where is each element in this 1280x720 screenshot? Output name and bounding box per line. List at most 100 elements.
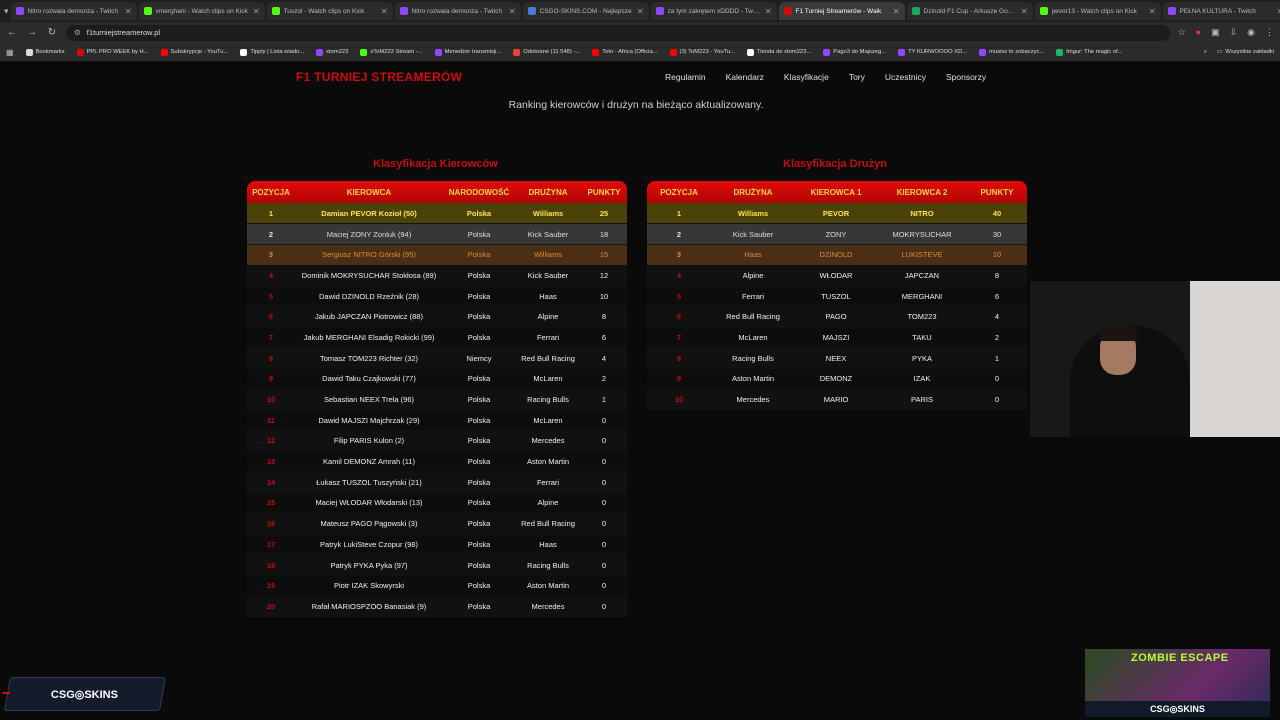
table-row: 7 McLaren MAJSZI TAKU 2 [647, 327, 1027, 349]
back-icon[interactable]: ← [6, 27, 18, 38]
points-cell: 15 [581, 244, 627, 266]
browser-tab[interactable]: Nitro rozwala demonza - Twitch ✕ [10, 2, 137, 20]
browser-tab[interactable]: PEŁNA KULTURA - Twitch✕ [1162, 2, 1280, 20]
column-header[interactable]: DRUŻYNA [515, 181, 581, 203]
browser-tab[interactable]: xmerghani - Watch clips on Kick ✕ [138, 2, 265, 20]
bookmark-star-icon[interactable]: ☆ [1178, 27, 1186, 38]
nav-link[interactable]: Tory [849, 72, 865, 82]
column-header[interactable]: KIEROWCA [295, 181, 443, 203]
apps-grid-icon[interactable]: ▦ [6, 48, 14, 57]
bookmark-item[interactable]: Subskrypcje - YouTu... [160, 48, 228, 56]
driver2-cell: MERGHANI [877, 285, 967, 307]
points-cell: 6 [967, 285, 1027, 307]
points-cell: 10 [967, 244, 1027, 266]
bookmark-item[interactable]: Odebrane (11 548) -... [513, 48, 581, 56]
downloads-icon[interactable]: ⇩ [1230, 27, 1238, 38]
bookmark-item[interactable]: Bookmarks [25, 48, 65, 56]
driver-cell: Rafał MARIOSPZOO Banasiak (9) [295, 596, 443, 618]
bookmark-item[interactable]: TY KURWOOOO XD... [898, 48, 967, 56]
column-header[interactable]: PUNKTY [581, 181, 627, 203]
driver-cell: Patryk LukiSteve Czopur (98) [295, 534, 443, 556]
bookmark-item[interactable]: xToM223 Stream -... [360, 48, 423, 56]
site-info-icon[interactable]: ⚙ [74, 28, 81, 37]
browser-tab[interactable]: Tuszol - Watch clips on Kick ✕ [266, 2, 393, 20]
bookmark-favicon-icon [898, 48, 906, 56]
bookmark-label: Odebrane (11 548) -... [523, 49, 581, 55]
driver2-cell: TAKU [877, 327, 967, 349]
site-logo[interactable]: F1 TURNIEJ STREAMERÓW [296, 70, 462, 84]
nav-link[interactable]: Regulamin [665, 72, 706, 82]
column-header[interactable]: NARODOWOŚĆ [443, 181, 515, 203]
extension-icon[interactable]: ● [1196, 27, 1201, 38]
tab-close-icon[interactable]: ✕ [125, 7, 132, 16]
browser-tab[interactable]: Dzinold F1 Cup - Arkusze Google ✕ [906, 2, 1033, 20]
browser-tab[interactable]: CSGO-SKINS.COM - Najlepsze ✕ [522, 2, 649, 20]
column-header[interactable]: DRUŻYNA [711, 181, 795, 203]
points-cell: 0 [581, 596, 627, 618]
browser-tab[interactable]: za tym zakrętem xDDDD - Twitch ✕ [650, 2, 777, 20]
bookmark-item[interactable]: Toto - Africa (Officia... [592, 48, 658, 56]
bookmark-favicon-icon [669, 48, 677, 56]
driver-cell: Dawid Taku Czajkowski (77) [295, 368, 443, 390]
driver-cell: Jakub JAPCZAN Piotrowicz (88) [295, 306, 443, 328]
column-header[interactable]: POZYCJA [647, 181, 711, 203]
nav-link[interactable]: Klasyfikacje [784, 72, 829, 82]
browser-menu-icon[interactable]: ⋮ [1265, 27, 1274, 38]
tab-search-icon[interactable]: ▾ [4, 4, 9, 18]
position-cell: 15 [247, 492, 295, 514]
position-cell: 6 [647, 306, 711, 328]
bookmark-label: (3) ToM223 - YouTu... [679, 49, 735, 55]
reload-icon[interactable]: ↻ [46, 27, 58, 38]
teams-title: Klasyfikacja Drużyn [783, 158, 887, 170]
tab-close-icon[interactable]: ✕ [1021, 7, 1028, 16]
tab-close-icon[interactable]: ✕ [509, 7, 516, 16]
tab-close-icon[interactable]: ✕ [765, 7, 772, 16]
bookmark-item[interactable]: xtom223 [316, 48, 349, 56]
nav-link[interactable]: Uczestnicy [885, 72, 926, 82]
column-header[interactable]: KIEROWCA 2 [877, 181, 967, 203]
team-cell: Ferrari [711, 285, 795, 307]
browser-tab[interactable]: pevor13 - Watch clips on Kick ✕ [1034, 2, 1161, 20]
bookmark-item[interactable]: Imgur: The magic of... [1056, 48, 1123, 56]
all-bookmarks-button[interactable]: ▭ Wszystkie zakładki [1217, 49, 1274, 55]
tab-close-icon[interactable]: ✕ [253, 7, 260, 16]
nav-link[interactable]: Sponsorzy [946, 72, 986, 82]
tab-close-icon[interactable]: ✕ [381, 7, 388, 16]
nationality-cell: Polska [443, 471, 515, 494]
bookmark-item[interactable]: Pago3 do Majszeg... [823, 48, 886, 56]
browser-tab[interactable]: Nitro rozwala demonza - Twitch ✕ [394, 2, 521, 20]
profile-avatar[interactable]: ◉ [1247, 27, 1255, 38]
zombie-escape-overlay: ZOMBIE ESCAPE CSG◎SKINS [1085, 649, 1270, 717]
forward-icon[interactable]: → [26, 27, 38, 38]
bookmark-item[interactable]: Tipply | Lista wiado... [240, 48, 304, 56]
points-cell: 12 [581, 265, 627, 287]
team-cell: Haas [515, 285, 581, 307]
column-header[interactable]: KIEROWCA 1 [795, 181, 877, 203]
bookmark-item[interactable]: musisz to zobaczyc... [979, 48, 1044, 56]
bookmark-favicon-icon [360, 48, 368, 56]
team-cell: Kick Sauber [515, 223, 581, 245]
position-cell: 2 [647, 223, 711, 245]
position-cell: 1 [647, 203, 711, 225]
points-cell: 25 [581, 203, 627, 225]
tab-title: pevor13 - Watch clips on Kick [1051, 7, 1137, 15]
site-header: F1 TURNIEJ STREAMERÓW Regulamin Kalendarz… [0, 62, 1280, 92]
extensions-puzzle-icon[interactable]: ▣ [1211, 27, 1220, 38]
tab-title: Nitro rozwala demonza - Twitch [411, 7, 503, 15]
bookmark-label: xtom223 [326, 49, 349, 55]
bookmark-item[interactable]: PPL PRO WEEK by H... [76, 48, 149, 56]
tab-close-icon[interactable]: ✕ [637, 7, 644, 16]
browser-tab[interactable]: F1 Turniej Streamerów - Walk ✕ [778, 2, 905, 20]
bookmark-item[interactable]: Tienda de xtom223... [746, 48, 811, 56]
more-bookmarks-icon[interactable]: » [1204, 49, 1207, 55]
column-header[interactable]: POZYCJA [247, 181, 295, 203]
tab-close-icon[interactable]: ✕ [893, 7, 900, 16]
tab-close-icon[interactable]: ✕ [1149, 7, 1156, 16]
tab-title: za tym zakrętem xDDDD - Twitch [667, 7, 761, 15]
points-cell: 0 [581, 575, 627, 597]
column-header[interactable]: PUNKTY [967, 181, 1027, 203]
nav-link[interactable]: Kalendarz [726, 72, 764, 82]
address-bar[interactable]: ⚙ f1turniejstreamerow.pl [66, 24, 1170, 41]
bookmark-item[interactable]: (3) ToM223 - YouTu... [669, 48, 735, 56]
bookmark-item[interactable]: Menedżer transmisji... [434, 48, 501, 56]
